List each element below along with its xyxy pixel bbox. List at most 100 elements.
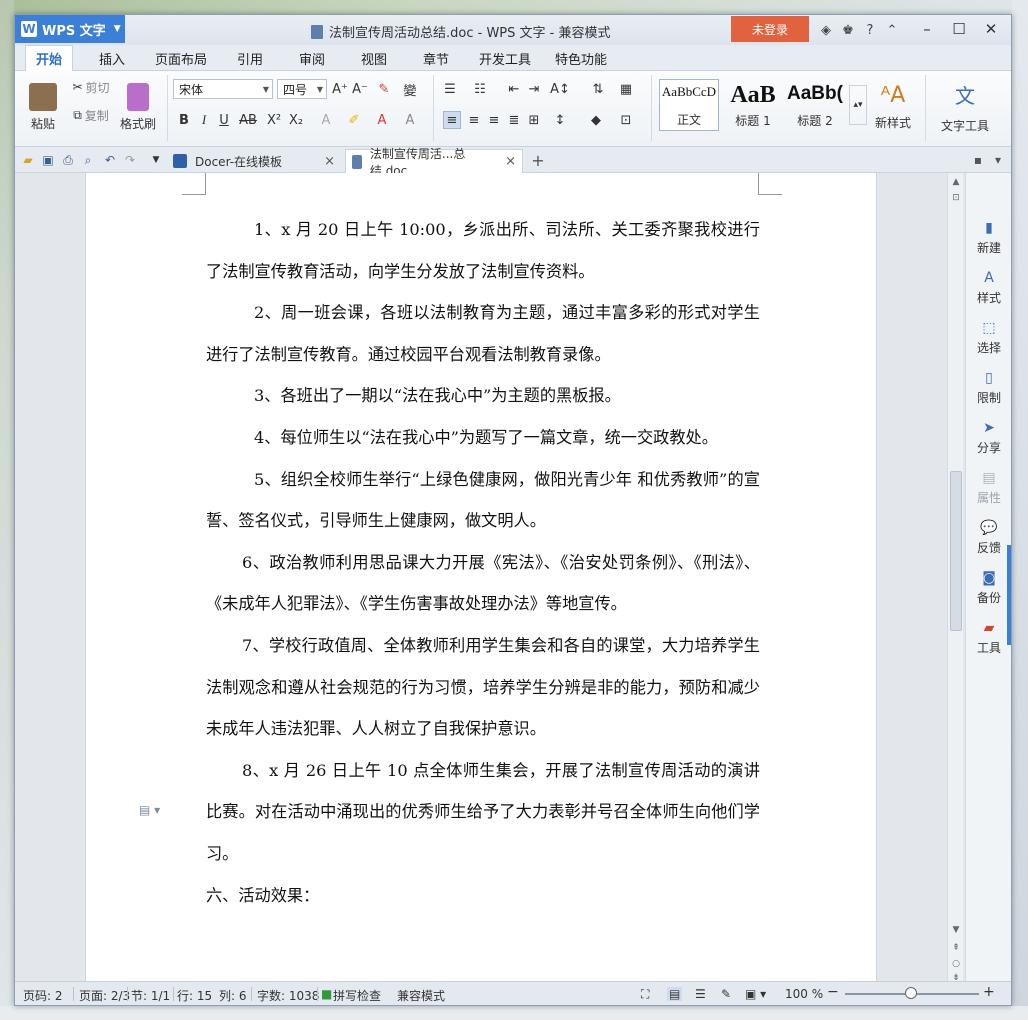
decrease-indent-icon[interactable]: ⇤ <box>505 80 523 98</box>
italic-icon[interactable]: I <box>195 111 213 129</box>
redo-icon[interactable]: ↷ <box>121 151 139 169</box>
increase-indent-icon[interactable]: ⇥ <box>525 80 543 98</box>
paste-button[interactable]: 粘贴 <box>23 77 63 137</box>
side-item-feedback[interactable]: 💬 反馈 <box>966 519 1011 556</box>
side-panel-toggle[interactable] <box>1007 545 1011 645</box>
superscript-icon[interactable]: X² <box>265 111 283 129</box>
page-view-icon[interactable]: ▤ <box>667 987 683 1001</box>
tab-references[interactable]: 引用 <box>237 49 263 68</box>
web-view-icon[interactable]: ✎ <box>721 987 731 1001</box>
document-body[interactable]: 1、x 月 20 日上午 10:00，乡派出所、司法所、关工委齐聚我校进行了法制… <box>206 209 760 916</box>
tab-insert[interactable]: 插入 <box>99 49 125 68</box>
text-direction-icon[interactable]: A↕ <box>550 80 570 98</box>
text-tools-button[interactable]: 文 文字工具 <box>933 77 997 137</box>
window-switch-icon[interactable]: ▾ <box>989 151 1007 169</box>
shading-icon[interactable]: ◆ <box>587 111 605 129</box>
collapse-ribbon-icon[interactable]: ⌃ <box>881 21 903 39</box>
prev-page-icon[interactable]: ⇞ <box>948 941 964 955</box>
side-item-tools[interactable]: ▰ 工具 <box>966 619 1011 656</box>
justify-icon[interactable]: ≣ <box>505 111 523 129</box>
status-spell-check[interactable]: 拼写检查 <box>333 987 381 1004</box>
subscript-icon[interactable]: X₂ <box>287 111 305 129</box>
text-effect-icon[interactable]: A <box>317 111 335 129</box>
login-button[interactable]: 未登录 <box>731 16 809 42</box>
align-center-icon[interactable]: ≡ <box>465 111 483 129</box>
status-zoom[interactable]: 100 % <box>785 987 823 1001</box>
tab-page-layout[interactable]: 页面布局 <box>155 49 207 68</box>
sort-icon[interactable]: ⇅ <box>589 80 607 98</box>
grow-font-icon[interactable]: A⁺ <box>331 80 349 98</box>
new-style-button[interactable]: ᴬA 新样式 <box>867 77 919 137</box>
styles-more-icon[interactable]: ▴▾ <box>849 85 867 125</box>
status-page-code[interactable]: 页码: 2 <box>23 987 63 1004</box>
highlight-icon[interactable]: ✐ <box>345 111 363 129</box>
side-item-share[interactable]: ➤ 分享 <box>966 419 1011 456</box>
maximize-icon[interactable]: ☐ <box>943 19 975 39</box>
vertical-scrollbar[interactable]: ▲ ⊡ ▼ ⇞ ○ ⇟ <box>947 173 964 983</box>
zoom-out-icon[interactable]: − <box>827 984 839 1000</box>
scroll-down-icon[interactable]: ▼ <box>948 923 964 937</box>
app-menu-button[interactable]: W WPS 文字 ▼ <box>15 15 125 43</box>
close-tab-icon[interactable]: × <box>324 154 335 169</box>
cut-button[interactable]: ✂ 剪切 <box>67 77 115 97</box>
style-normal[interactable]: AaBbCcD 正文 <box>659 79 719 131</box>
customize-qat-icon[interactable]: ▼ <box>147 151 165 169</box>
copy-button[interactable]: ⧉ 复制 <box>67 105 115 125</box>
doc-tab-docer[interactable]: Docer-在线模板 × <box>167 149 341 173</box>
strikethrough-icon[interactable]: AB <box>239 111 257 129</box>
select-browse-icon[interactable]: ○ <box>948 957 964 971</box>
skin-icon[interactable]: ◈ <box>815 21 837 39</box>
new-tab-icon[interactable]: + <box>529 151 547 170</box>
close-tab-icon[interactable]: × <box>505 154 516 169</box>
tab-view[interactable]: 视图 <box>361 49 387 68</box>
reading-view-icon[interactable]: ▣ ▾ <box>745 987 766 1001</box>
scroll-thumb[interactable] <box>950 471 962 631</box>
align-left-icon[interactable]: ≡ <box>443 111 461 129</box>
numbering-icon[interactable]: ☷ <box>471 80 489 98</box>
format-painter-button[interactable]: 格式刷 <box>115 77 161 137</box>
bold-icon[interactable]: B <box>175 111 193 129</box>
bullets-icon[interactable]: ☰ <box>441 80 459 98</box>
table-icon[interactable]: ▦ <box>617 80 635 98</box>
shrink-font-icon[interactable]: A⁻ <box>351 80 369 98</box>
char-shading-icon[interactable]: A <box>401 111 419 129</box>
zoom-in-icon[interactable]: + <box>983 984 995 1000</box>
tab-special[interactable]: 特色功能 <box>555 49 607 68</box>
fullscreen-icon[interactable]: ⛶ <box>641 987 649 1002</box>
doc-tab-current[interactable]: 法制宣传周活...总结.doc × <box>345 147 523 178</box>
side-item-backup[interactable]: ◙ 备份 <box>966 569 1011 606</box>
save-icon[interactable]: ▣ <box>39 151 57 169</box>
close-icon[interactable]: ✕ <box>975 19 1007 39</box>
split-icon[interactable]: ⊡ <box>948 191 964 205</box>
print-preview-icon[interactable]: ⌕ <box>79 151 97 169</box>
status-word-count[interactable]: 字数: 1038 <box>257 987 319 1004</box>
clear-format-icon[interactable]: ✎ <box>375 80 393 98</box>
print-icon[interactable]: ⎙ <box>59 151 77 169</box>
font-color-icon[interactable]: A <box>373 111 391 129</box>
side-item-select[interactable]: ⬚ 选择 <box>966 319 1011 356</box>
line-spacing-icon[interactable]: ↕ <box>551 111 569 129</box>
style-heading-2[interactable]: AaBb( 标题 2 <box>785 79 845 131</box>
help-icon[interactable]: ? <box>859 21 881 39</box>
shirt-icon[interactable]: ♚ <box>837 21 859 39</box>
style-heading-1[interactable]: AaB 标题 1 <box>723 79 783 131</box>
document-page[interactable]: 1、x 月 20 日上午 10:00，乡派出所、司法所、关工委齐聚我校进行了法制… <box>85 173 877 981</box>
font-name-select[interactable]: 宋体 ▼ <box>173 79 273 99</box>
align-right-icon[interactable]: ≡ <box>485 111 503 129</box>
distributed-icon[interactable]: ⊞ <box>525 111 543 129</box>
paragraph-mark-icon[interactable]: ▤ ▾ <box>139 803 160 817</box>
outline-view-icon[interactable]: ☰ <box>695 987 706 1001</box>
borders-icon[interactable]: ⊡ <box>617 111 635 129</box>
tab-chapter[interactable]: 章节 <box>423 49 449 68</box>
scroll-up-icon[interactable]: ▲ <box>948 175 964 189</box>
undo-icon[interactable]: ↶ <box>101 151 119 169</box>
restore-view-icon[interactable]: ▪ <box>969 151 987 169</box>
phonetic-icon[interactable]: 變 <box>401 80 419 99</box>
open-icon[interactable]: ▰ <box>19 151 37 169</box>
side-item-new[interactable]: ▮ 新建 <box>966 219 1011 256</box>
underline-icon[interactable]: U <box>215 111 233 129</box>
side-item-restrict[interactable]: ▯ 限制 <box>966 369 1011 406</box>
minimize-icon[interactable]: – <box>911 19 943 39</box>
zoom-slider-knob[interactable] <box>905 987 917 999</box>
tab-home[interactable]: 开始 <box>25 45 73 71</box>
